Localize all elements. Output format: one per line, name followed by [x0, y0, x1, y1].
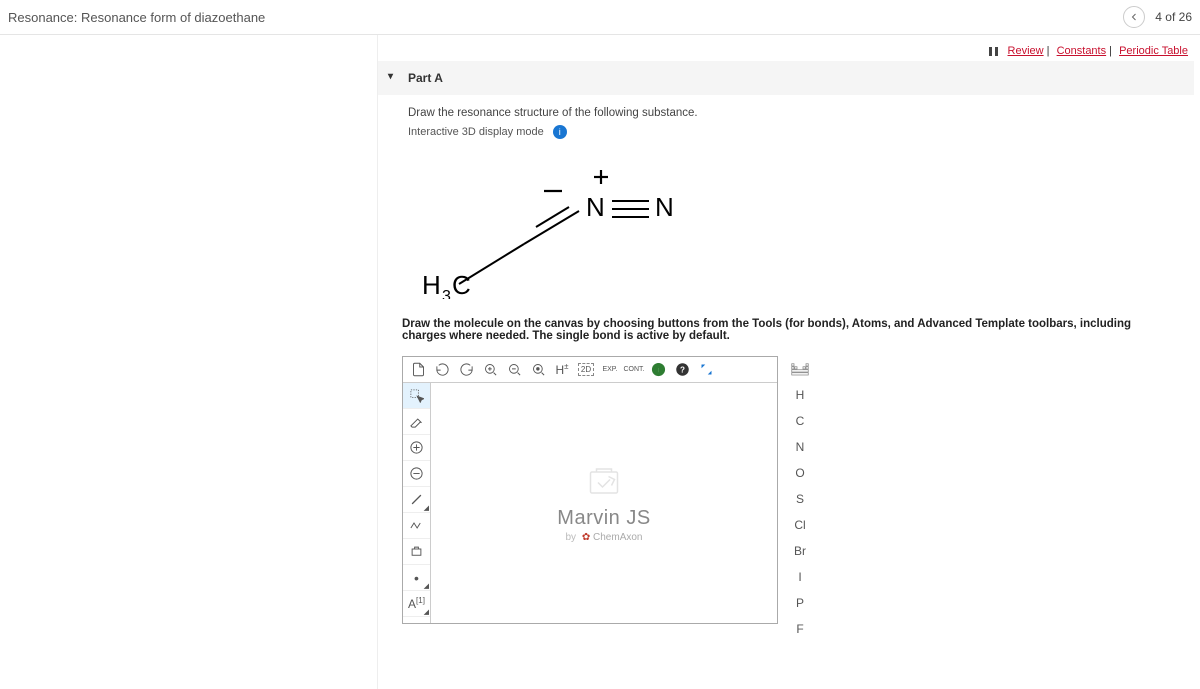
atom-h[interactable]: H [784, 382, 816, 408]
atom-f[interactable]: F [784, 616, 816, 642]
vendor-label: by ✿ ChemAxon [566, 532, 643, 543]
marvin-brand: Marvin JS [557, 507, 650, 530]
mapping-tool[interactable]: A[1]◢ [403, 591, 430, 617]
constants-link[interactable]: Constants [1057, 45, 1107, 57]
svg-text:N: N [655, 192, 674, 222]
prev-button[interactable] [1123, 6, 1145, 28]
display-mode-text: Interactive 3D display mode [408, 126, 544, 138]
atom-br[interactable]: Br [784, 538, 816, 564]
marvin-editor: H± 2D EXP. CONT. i ? ◢ [402, 356, 778, 624]
atom-cl[interactable]: Cl [784, 512, 816, 538]
exp-button[interactable]: EXP. [598, 359, 622, 381]
help-button[interactable]: ? [670, 359, 694, 381]
svg-text:H: H [422, 270, 441, 299]
new-document-button[interactable] [406, 359, 430, 381]
eraser-tool[interactable] [403, 409, 430, 435]
single-bond-tool[interactable]: ◢ [403, 487, 430, 513]
template-tool[interactable] [403, 539, 430, 565]
periodic-table-button[interactable] [784, 356, 816, 382]
part-header[interactable]: Part A [378, 61, 1194, 95]
review-link[interactable]: Review [1008, 45, 1044, 57]
hydrogen-toggle-button[interactable]: H± [550, 359, 574, 381]
cont-button[interactable]: CONT. [622, 359, 646, 381]
expand-button[interactable] [694, 359, 718, 381]
charge-plus-tool[interactable] [403, 435, 430, 461]
atom-c[interactable]: C [784, 408, 816, 434]
radical-tool[interactable]: •◢ [403, 565, 430, 591]
atom-p[interactable]: P [784, 590, 816, 616]
progress-text: 4 of 26 [1155, 10, 1192, 24]
chevron-left-icon [1128, 11, 1140, 23]
canvas-hint: Draw the molecule on the canvas by choos… [378, 314, 1194, 352]
svg-text:?: ? [680, 366, 685, 375]
redo-button[interactable] [454, 359, 478, 381]
svg-text:N: N [586, 192, 605, 222]
charge-minus-tool[interactable] [403, 461, 430, 487]
pause-icon[interactable] [989, 47, 998, 56]
zoom-in-button[interactable] [478, 359, 502, 381]
instruction-text: Draw the resonance structure of the foll… [408, 107, 1174, 119]
atom-i[interactable]: I [784, 564, 816, 590]
zoom-out-button[interactable] [502, 359, 526, 381]
svg-text:i: i [657, 365, 659, 375]
drawing-canvas[interactable]: Marvin JS by ✿ ChemAxon [431, 383, 777, 623]
undo-button[interactable] [430, 359, 454, 381]
molecule-display: N N H 3 C [378, 145, 1194, 314]
atom-o[interactable]: O [784, 460, 816, 486]
left-sidebar [0, 35, 378, 689]
zoom-fit-button[interactable] [526, 359, 550, 381]
page-title: Resonance: Resonance form of diazoethane [8, 10, 265, 25]
svg-text:3: 3 [442, 288, 451, 299]
svg-text:C: C [452, 270, 471, 299]
view-2d-button[interactable]: 2D [574, 359, 598, 381]
atom-n[interactable]: N [784, 434, 816, 460]
selection-tool[interactable] [403, 383, 430, 409]
periodic-table-link[interactable]: Periodic Table [1119, 45, 1188, 57]
atom-s[interactable]: S [784, 486, 816, 512]
atom-panel: H C N O S Cl Br I P F [784, 356, 816, 642]
chain-tool[interactable] [403, 513, 430, 539]
info-button[interactable]: i [646, 359, 670, 381]
info-icon[interactable]: i [553, 125, 567, 139]
